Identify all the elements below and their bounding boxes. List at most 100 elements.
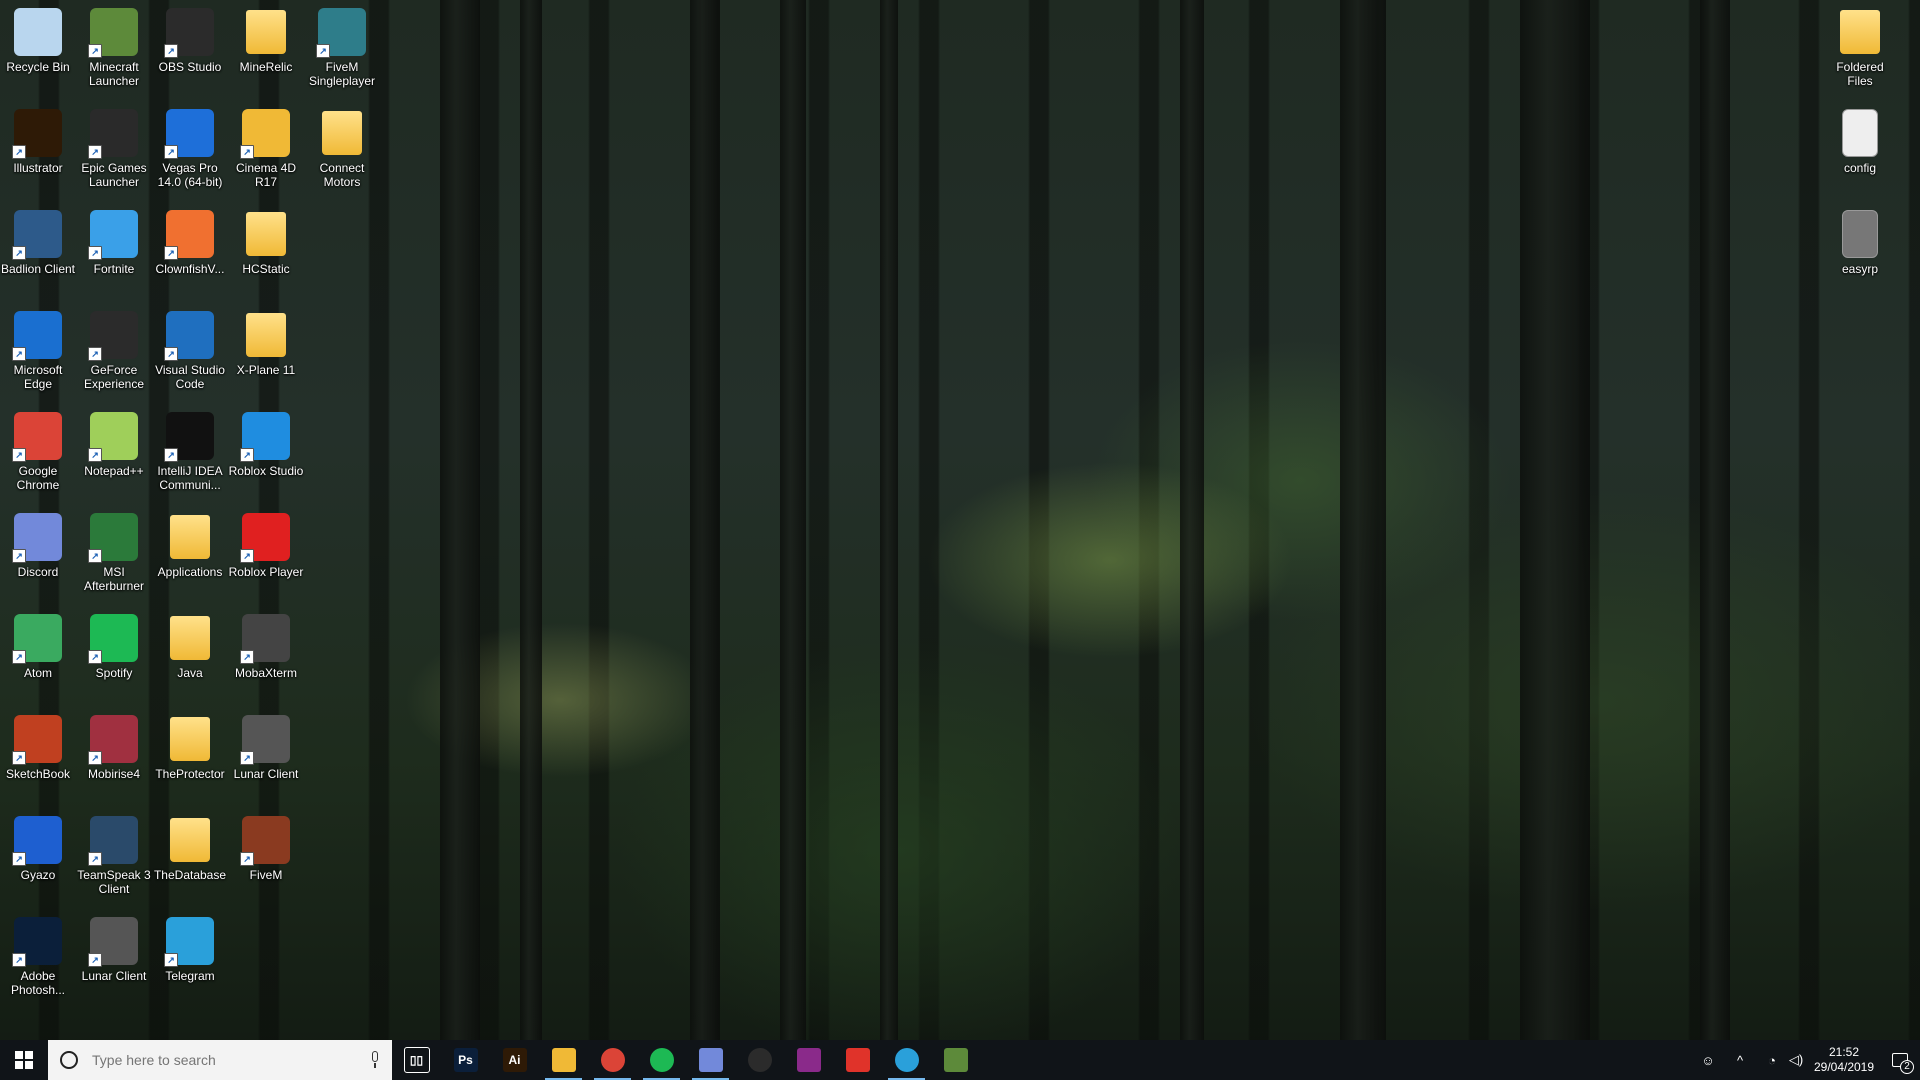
desktop-icon[interactable]: ↗ FiveM	[228, 810, 304, 906]
people-icon[interactable]: ☺	[1696, 1040, 1720, 1080]
photoshop-icon: ↗	[12, 917, 62, 967]
desktop-icon-label: Applications	[157, 565, 223, 579]
desktop-icon[interactable]: ↗ Lunar Client	[76, 911, 152, 1007]
desktop-icon[interactable]: ↗ Illustrator	[0, 103, 76, 199]
desktop-icon[interactable]: easyrp	[1822, 204, 1898, 300]
desktop-icon[interactable]: ↗ Adobe Photosh...	[0, 911, 76, 1007]
desktop-icon[interactable]: ↗ Minecraft Launcher	[76, 2, 152, 98]
desktop-icon[interactable]: ↗ Mobirise4	[76, 709, 152, 805]
minecraft-icon: ↗	[88, 8, 138, 58]
desktop-icon[interactable]: ↗ Atom	[0, 608, 76, 704]
desktop-icon[interactable]: TheDatabase	[152, 810, 228, 906]
desktop-icon[interactable]: ↗ MobaXterm	[228, 608, 304, 704]
desktop-icon[interactable]: ↗ MSI Afterburner	[76, 507, 152, 603]
clock[interactable]: 21:52 29/04/2019	[1808, 1045, 1880, 1075]
desktop-icon[interactable]: ↗ Badlion Client	[0, 204, 76, 300]
desktop-icon[interactable]: ↗ Telegram	[152, 911, 228, 1007]
search-input[interactable]	[90, 1051, 370, 1069]
desktop-icon[interactable]: MineRelic	[228, 2, 304, 98]
folder-icon	[166, 513, 214, 561]
badlion-icon: ↗	[12, 210, 62, 260]
desktop-icon[interactable]: ↗ GeForce Experience	[76, 305, 152, 401]
desktop-icon[interactable]: ↗ Lunar Client	[228, 709, 304, 805]
taskbar-spotify-button[interactable]	[637, 1040, 686, 1080]
shortcut-arrow-icon: ↗	[164, 44, 178, 58]
network-icon[interactable]: ◔	[1760, 1040, 1784, 1080]
spotify-icon: ↗	[88, 614, 138, 664]
desktop-icon[interactable]: TheProtector	[152, 709, 228, 805]
desktop-icon[interactable]: ↗ Visual Studio Code	[152, 305, 228, 401]
taskbar-photoshop-button[interactable]: Ps	[441, 1040, 490, 1080]
taskbar-task-view-button[interactable]: ▯▯	[392, 1040, 441, 1080]
desktop-icon-label: easyrp	[1841, 262, 1879, 276]
chevron-up-icon[interactable]: ^	[1720, 1040, 1760, 1080]
recycle-bin-icon	[14, 8, 62, 56]
gyazo-icon: ↗	[12, 816, 62, 866]
taskbar-illustrator-button[interactable]: Ai	[490, 1040, 539, 1080]
desktop-icon[interactable]: ↗ Vegas Pro 14.0 (64-bit)	[152, 103, 228, 199]
desktop-icon-label: Telegram	[165, 969, 215, 983]
chrome-icon: ↗	[12, 412, 62, 462]
volume-icon[interactable]: ◁)	[1784, 1040, 1808, 1080]
desktop-icon[interactable]: X-Plane 11	[228, 305, 304, 401]
desktop-icon-label: FiveM Singleplayer	[308, 60, 376, 88]
taskbar-anydesk-button[interactable]	[833, 1040, 882, 1080]
desktop-icon[interactable]: ↗ ClownfishV...	[152, 204, 228, 300]
desktop-icon[interactable]: config	[1822, 103, 1898, 199]
taskbar-chrome-button[interactable]	[588, 1040, 637, 1080]
shortcut-arrow-icon: ↗	[164, 246, 178, 260]
start-button[interactable]	[0, 1040, 48, 1080]
illustrator-icon: Ai	[502, 1048, 527, 1072]
desktop-icon[interactable]: ↗ Microsoft Edge	[0, 305, 76, 401]
shortcut-arrow-icon: ↗	[88, 347, 102, 361]
taskbar-obs-button[interactable]	[735, 1040, 784, 1080]
desktop[interactable]: Recycle Bin ↗ Minecraft Launcher ↗ OBS Studi…	[0, 0, 1920, 1040]
text-file-icon	[1842, 210, 1878, 258]
desktop-icon[interactable]: Foldered Files	[1822, 2, 1898, 98]
edge-icon: ↗	[12, 311, 62, 361]
microphone-icon[interactable]	[370, 1051, 380, 1069]
action-center-button[interactable]: 2	[1880, 1040, 1920, 1080]
taskbar-winrar-button[interactable]	[784, 1040, 833, 1080]
desktop-icon[interactable]: ↗ Epic Games Launcher	[76, 103, 152, 199]
roblox-studio-icon: ↗	[240, 412, 290, 462]
desktop-icon[interactable]: ↗ Gyazo	[0, 810, 76, 906]
atom-icon: ↗	[12, 614, 62, 664]
minecraft-icon	[943, 1048, 968, 1072]
geforce-icon: ↗	[88, 311, 138, 361]
desktop-icon-label: Roblox Player	[228, 565, 304, 579]
desktop-icon[interactable]: ↗ TeamSpeak 3 Client	[76, 810, 152, 906]
desktop-icon[interactable]: Connect Motors	[304, 103, 380, 199]
desktop-icon-label: TheProtector	[155, 767, 225, 781]
shortcut-arrow-icon: ↗	[316, 44, 330, 58]
desktop-icon[interactable]: ↗ Spotify	[76, 608, 152, 704]
shortcut-arrow-icon: ↗	[12, 145, 26, 159]
taskbar-telegram-button[interactable]	[882, 1040, 931, 1080]
desktop-icon-label: MSI Afterburner	[83, 565, 145, 593]
desktop-icon[interactable]: Recycle Bin	[0, 2, 76, 98]
shortcut-arrow-icon: ↗	[240, 751, 254, 765]
taskbar-search[interactable]	[48, 1040, 392, 1080]
desktop-icon[interactable]: ↗ Fortnite	[76, 204, 152, 300]
taskbar-minecraft-button[interactable]	[931, 1040, 980, 1080]
desktop-icon[interactable]: ↗ IntelliJ IDEA Communi...	[152, 406, 228, 502]
chrome-icon	[600, 1048, 625, 1072]
taskbar-file-explorer-button[interactable]	[539, 1040, 588, 1080]
desktop-icon[interactable]: ↗ SketchBook	[0, 709, 76, 805]
shortcut-arrow-icon: ↗	[12, 953, 26, 967]
desktop-icon[interactable]: ↗ Google Chrome	[0, 406, 76, 502]
desktop-icon[interactable]: ↗ Notepad++	[76, 406, 152, 502]
desktop-icon[interactable]: ↗ Cinema 4D R17	[228, 103, 304, 199]
desktop-icon[interactable]: ↗ OBS Studio	[152, 2, 228, 98]
taskbar-discord-button[interactable]	[686, 1040, 735, 1080]
mobaxterm-icon: ↗	[240, 614, 290, 664]
desktop-icon[interactable]: ↗ FiveM Singleplayer	[304, 2, 380, 98]
desktop-icon[interactable]: HCStatic	[228, 204, 304, 300]
desktop-icon[interactable]: Java	[152, 608, 228, 704]
taskbar: ▯▯ Ps Ai ☺ ^ ◔ ◁) 21:52 29/04/2019 2	[0, 1040, 1920, 1080]
desktop-icon[interactable]: ↗ Roblox Studio	[228, 406, 304, 502]
shortcut-arrow-icon: ↗	[164, 347, 178, 361]
desktop-icon[interactable]: ↗ Roblox Player	[228, 507, 304, 603]
desktop-icon[interactable]: Applications	[152, 507, 228, 603]
desktop-icon[interactable]: ↗ Discord	[0, 507, 76, 603]
